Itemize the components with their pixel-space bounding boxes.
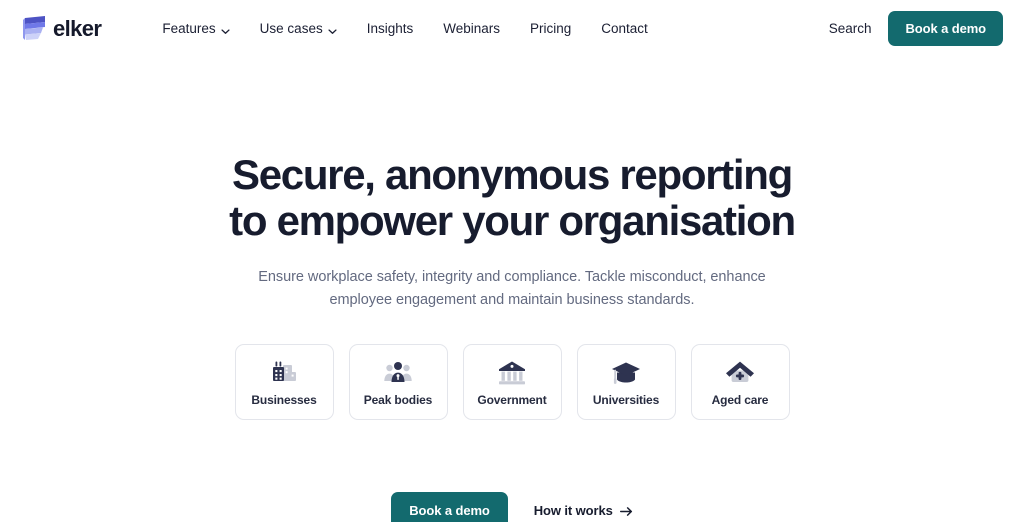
category-card-label: Businesses	[251, 392, 317, 407]
cta-row: Book a demo How it works	[0, 492, 1024, 522]
elker-logo-icon	[22, 15, 48, 43]
hero-subtitle: Ensure workplace safety, integrity and c…	[258, 269, 766, 309]
nav-item-webinars[interactable]: Webinars	[428, 14, 515, 44]
nav-item-label: Pricing	[530, 20, 572, 36]
header-actions: Search Book a demo	[829, 11, 1003, 46]
category-card-label: Peak bodies	[363, 392, 433, 407]
nav-item-insights[interactable]: Insights	[352, 14, 429, 44]
category-card-list: Businesses Peak bodies Government Univer…	[0, 344, 1024, 421]
chevron-down-icon	[328, 25, 337, 34]
house-medical-icon	[725, 359, 755, 387]
category-card-aged-care[interactable]: Aged care	[690, 344, 790, 421]
category-card-businesses[interactable]: Businesses	[234, 344, 334, 421]
nav-item-features[interactable]: Features	[147, 14, 244, 44]
brand-name: elker	[53, 15, 102, 41]
book-a-demo-button-hero[interactable]: Book a demo	[391, 492, 508, 522]
graduation-cap-icon	[611, 359, 641, 387]
nav-item-contact[interactable]: Contact	[586, 14, 663, 44]
nav-item-pricing[interactable]: Pricing	[515, 14, 586, 44]
brand-logo[interactable]: elker	[22, 15, 102, 43]
page-title: Secure, anonymous reporting to empower y…	[229, 151, 796, 245]
category-card-label: Government	[477, 392, 547, 407]
people-group-icon	[383, 359, 413, 387]
nav-item-label: Webinars	[443, 20, 501, 36]
chevron-down-icon	[221, 25, 230, 34]
nav-item-label: Use cases	[259, 20, 323, 36]
category-card-label: Universities	[592, 392, 660, 407]
main-navigation: Features Use cases Insights Webinars Pri…	[147, 14, 662, 44]
nav-item-label: Features	[162, 20, 216, 36]
nav-item-label: Insights	[366, 20, 414, 36]
how-it-works-link[interactable]: How it works	[534, 503, 633, 518]
site-header: elker Features Use cases Insights Webina…	[0, 0, 1024, 57]
search-link[interactable]: Search	[829, 21, 872, 36]
category-card-government[interactable]: Government	[462, 344, 562, 421]
office-buildings-icon	[269, 359, 299, 387]
government-building-icon	[497, 359, 527, 387]
category-card-peak-bodies[interactable]: Peak bodies	[348, 344, 448, 421]
category-card-label: Aged care	[711, 392, 769, 407]
nav-item-use-cases[interactable]: Use cases	[245, 14, 352, 44]
arrow-right-icon	[619, 505, 633, 517]
nav-item-label: Contact	[601, 20, 648, 36]
hero-section: Secure, anonymous reporting to empower y…	[0, 57, 1024, 522]
how-it-works-label: How it works	[533, 503, 613, 519]
book-a-demo-button-header[interactable]: Book a demo	[888, 11, 1003, 46]
category-card-universities[interactable]: Universities	[576, 344, 676, 421]
